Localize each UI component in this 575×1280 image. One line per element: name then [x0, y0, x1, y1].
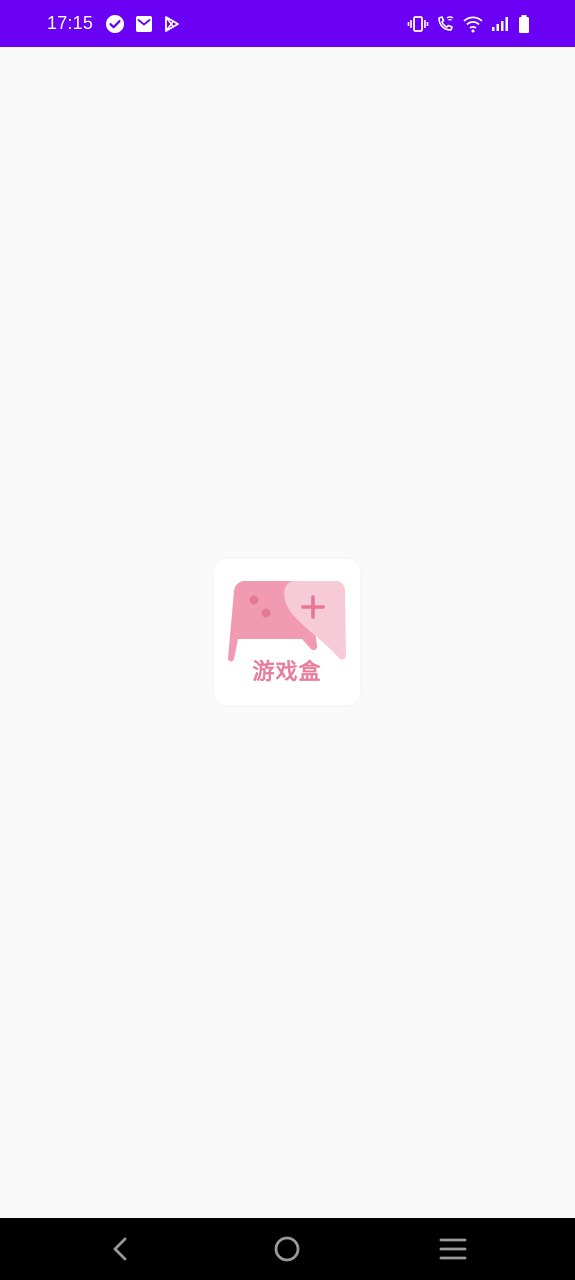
mail-icon [135, 15, 153, 33]
status-time: 17:15 [47, 13, 94, 33]
wifi-icon [463, 15, 483, 33]
status-bar-right [407, 14, 531, 34]
vibrate-icon [407, 15, 429, 33]
home-icon [274, 1236, 300, 1262]
wifi-call-icon [436, 15, 456, 33]
recents-button[interactable] [436, 1232, 470, 1266]
check-circle-icon [105, 14, 125, 34]
play-store-icon [163, 15, 181, 33]
status-bar-left: 17:15 [47, 13, 181, 34]
logo-text: 游戏盒 [252, 660, 322, 685]
home-button[interactable] [270, 1232, 304, 1266]
battery-icon [517, 14, 531, 34]
status-bar: 17:15 [0, 0, 575, 47]
signal-icon [490, 15, 510, 33]
back-icon [113, 1237, 127, 1261]
menu-icon [439, 1238, 467, 1260]
back-button[interactable] [104, 1232, 138, 1266]
screen: 17:15 游戏盒 [0, 0, 575, 1280]
splash-screen: 游戏盒 [0, 47, 575, 1218]
navigation-bar [0, 1218, 575, 1280]
app-logo: 游戏盒 [214, 559, 360, 705]
